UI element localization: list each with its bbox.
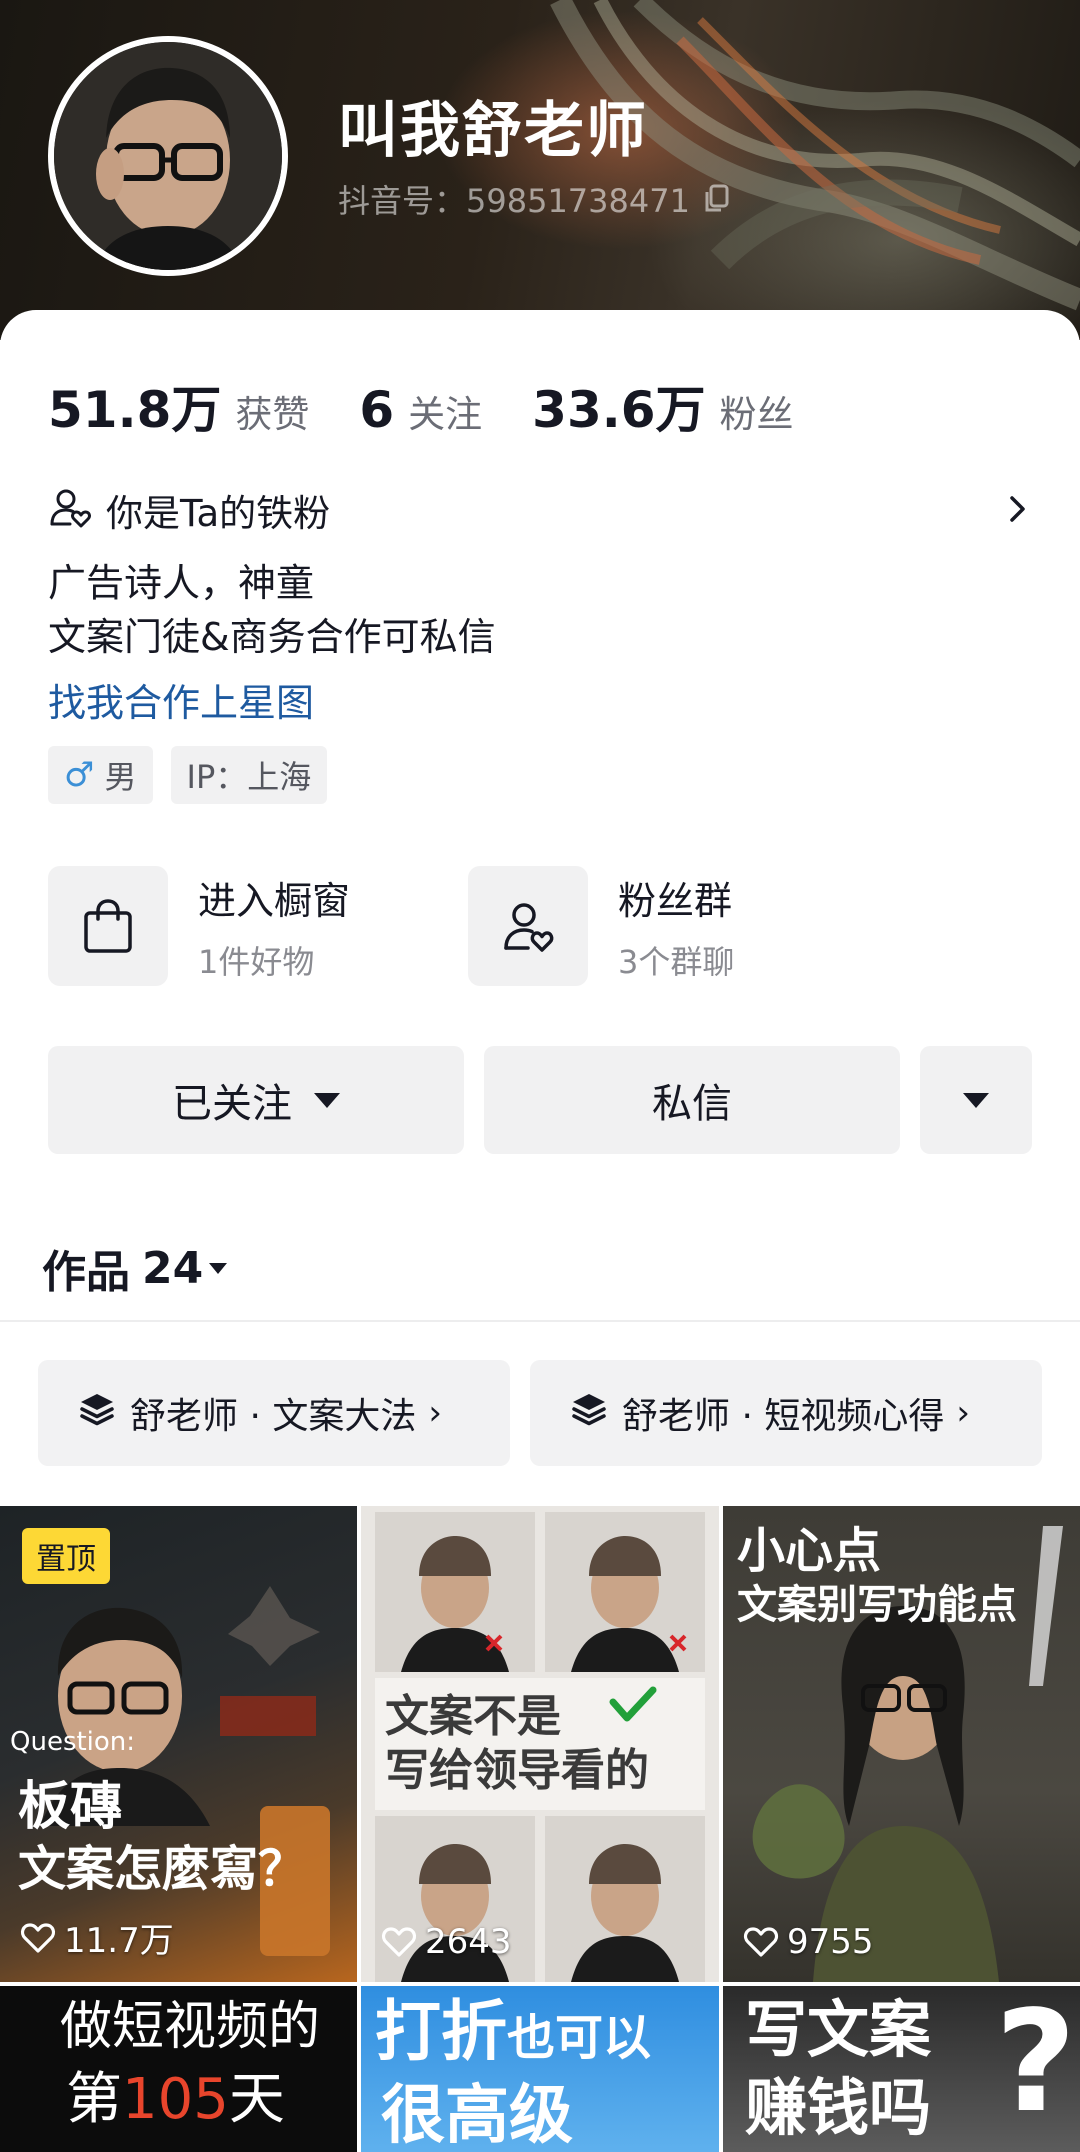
douyin-id-text: 抖音号：59851738471 (338, 182, 690, 220)
video-card[interactable]: 小心点 文案别写功能点 9755 (723, 1506, 1080, 1982)
stat-followers-number: 33.6万 (532, 381, 706, 439)
shop-window-entry[interactable]: 进入橱窗 1件好物 (48, 866, 350, 986)
video-cover-title: 做短视频的 (60, 1997, 321, 2057)
fan-status-label: 你是Ta的铁粉 (106, 492, 331, 535)
video-thumbnail (375, 1512, 705, 1982)
shopping-bag-icon (48, 866, 168, 986)
person-heart-icon (48, 486, 92, 534)
chevron-right-icon: › (956, 1393, 970, 1433)
video-cover-subtitle: 第105天 (66, 2067, 285, 2132)
caret-down-icon (963, 1092, 989, 1108)
collection-copywriting[interactable]: 舒老师 · 文案大法 › (38, 1360, 510, 1466)
video-likes: 2643 (381, 1922, 512, 1962)
video-cover-title: 小心点 (737, 1523, 882, 1579)
stat-followers-label: 粉丝 (719, 393, 794, 436)
profile-banner: 叫我舒老师 抖音号：59851738471 (0, 0, 1080, 340)
action-buttons: 已关注 私信 (48, 1046, 1032, 1154)
stat-following-label: 关注 (408, 393, 483, 436)
message-button-label: 私信 (652, 1081, 732, 1127)
video-card[interactable]: 写文案 赚钱吗 ? (723, 1986, 1080, 2152)
divider (0, 1320, 1080, 1322)
video-likes: 11.7万 (20, 1913, 174, 1962)
profile-entries: 进入橱窗 1件好物 粉丝群 3个群聊 (48, 866, 1032, 986)
question-mark-graphic: ? (995, 1986, 1077, 2144)
stat-followers[interactable]: 33.6万 粉丝 (532, 370, 793, 442)
works-tab-count: 24 (142, 1242, 204, 1294)
video-cover-subtitle: 写给领导看的 (385, 1745, 649, 1796)
video-cover-number: 105 (122, 2067, 229, 2132)
works-tab-label: 作品 (42, 1247, 130, 1298)
video-card[interactable]: 置顶 Question: 板磚 文案怎麼寫？ 11.7万 (0, 1506, 357, 1982)
fan-group-sub: 3个群聊 (618, 942, 735, 981)
video-card[interactable]: 做短视频的 第105天 (0, 1986, 357, 2152)
video-likes-count: 9755 (787, 1922, 874, 1962)
video-cover-subtitle: 很高级 (381, 2079, 573, 2152)
fan-group-icon (468, 866, 588, 986)
video-cover-subtitle: 文案别写功能点 (737, 1582, 1017, 1628)
bio-line-1: 广告诗人，神童 (48, 561, 315, 605)
more-recommend-button[interactable] (920, 1046, 1032, 1154)
followed-button-label: 已关注 (172, 1081, 292, 1127)
layers-icon (78, 1391, 116, 1436)
video-cover-subtitle: 赚钱吗 (745, 2071, 932, 2144)
fan-group-entry[interactable]: 粉丝群 3个群聊 (468, 866, 734, 986)
gender-tag: ♂ 男 (48, 746, 153, 804)
shop-window-title: 进入橱窗 (198, 878, 351, 923)
male-icon: ♂ (64, 755, 95, 795)
video-cover-word: 第 (66, 2067, 122, 2132)
collection-short-video[interactable]: 舒老师 · 短视频心得 › (530, 1360, 1042, 1466)
gender-tag-label: 男 (104, 758, 137, 796)
bio-line-2: 文案门徒&商务合作可私信 (48, 615, 496, 659)
stat-following[interactable]: 6 关注 (359, 381, 482, 439)
avatar[interactable] (48, 36, 288, 276)
stat-following-number: 6 (359, 381, 395, 439)
stat-likes-label: 获赞 (235, 393, 310, 436)
video-cover-title: 写文案 (745, 1993, 932, 2066)
stats-row: 51.8万 获赞 6 关注 33.6万 粉丝 (48, 370, 844, 442)
caret-down-icon (209, 1262, 228, 1274)
video-cover-title: 板磚 (18, 1777, 123, 1837)
video-grid: 置顶 Question: 板磚 文案怎麼寫？ 11.7万 文案不是 写给领导看的… (0, 1506, 1080, 2152)
shop-window-sub: 1件好物 (198, 942, 315, 981)
pinned-badge: 置顶 (22, 1528, 110, 1584)
video-likes: 9755 (743, 1922, 874, 1962)
caret-down-icon (314, 1092, 340, 1108)
collection-copywriting-label: 舒老师 · 文案大法 (130, 1396, 417, 1437)
video-likes-count: 11.7万 (64, 1921, 174, 1961)
copy-icon[interactable] (702, 184, 730, 214)
ip-tag: IP：上海 (170, 746, 328, 804)
tab-works[interactable]: 作品 24 (42, 1236, 228, 1300)
fan-group-title: 粉丝群 (618, 878, 733, 923)
video-cover-title: 打折也可以 (375, 1994, 651, 2070)
video-cover-word: 也可以 (507, 2010, 652, 2066)
douyin-id[interactable]: 抖音号：59851738471 (338, 176, 730, 222)
heart-outline-icon (743, 1927, 779, 1957)
heart-outline-icon (381, 1927, 417, 1957)
collection-short-video-label: 舒老师 · 短视频心得 (622, 1396, 945, 1437)
stat-likes[interactable]: 51.8万 获赞 (48, 370, 309, 442)
video-likes-count: 2643 (425, 1922, 512, 1962)
profile-tags: ♂ 男 IP：上海 (48, 746, 328, 804)
bio-link[interactable]: 找我合作上星图 (48, 672, 314, 727)
heart-outline-icon (20, 1922, 56, 1953)
fan-status-row[interactable]: 你是Ta的铁粉 (48, 480, 1032, 540)
layers-icon (570, 1391, 608, 1436)
video-card[interactable]: 打折也可以 很高级 (361, 1986, 719, 2152)
followed-button[interactable]: 已关注 (48, 1046, 464, 1154)
chevron-right-icon (1002, 494, 1032, 524)
profile-nickname: 叫我舒老师 (338, 96, 648, 166)
video-cover-text: Question: (10, 1727, 136, 1757)
video-cover-title: 文案不是 (385, 1691, 561, 1742)
stat-likes-number: 51.8万 (48, 381, 222, 439)
video-cover-subtitle: 文案怎麼寫？ (18, 1841, 307, 1897)
chevron-right-icon: › (428, 1393, 442, 1433)
ip-tag-label: IP：上海 (186, 758, 312, 796)
message-button[interactable]: 私信 (484, 1046, 900, 1154)
bio: 广告诗人，神童 文案门徒&商务合作可私信 (48, 556, 496, 664)
collections-row: 舒老师 · 文案大法 › 舒老师 · 短视频心得 › (38, 1360, 1042, 1466)
video-cover-word: 天 (228, 2067, 285, 2132)
video-card[interactable]: 文案不是 写给领导看的 2643 (361, 1506, 719, 1982)
video-cover-word: 打折 (375, 1993, 507, 2070)
